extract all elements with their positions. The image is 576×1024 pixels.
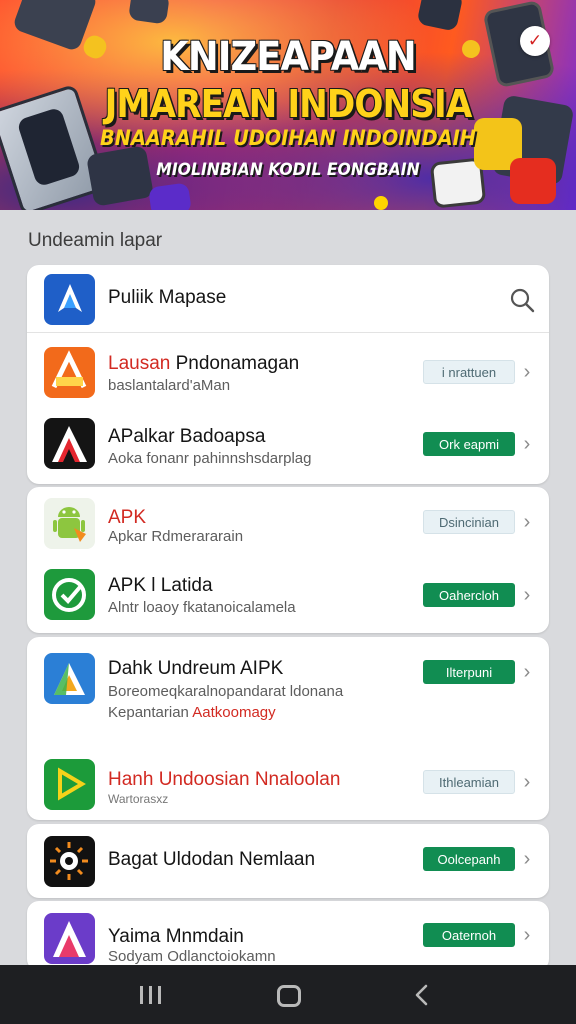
home-icon[interactable] <box>277 985 301 1007</box>
app-subtitle: Aoka fonanr pahinnshsdarplag <box>108 450 312 467</box>
list-item[interactable]: APK l Latida Alntr loaoy fkatanoicalamel… <box>27 559 549 629</box>
app-subtitle: Apkar Rdmerararain <box>108 528 244 545</box>
sun-burst-icon <box>44 836 95 887</box>
banner-line-3: BNAARAHIL UDOIHAN INDOINDAIH <box>100 126 476 150</box>
chevron-right-icon[interactable]: › <box>520 585 534 605</box>
app-title: Hanh Undoosian Nnaloolan <box>108 769 341 790</box>
app-title: Lausan Pndonamagan <box>108 353 300 374</box>
app-card: Puliik Mapase Lausan Pndonamagan baslant… <box>27 265 549 484</box>
orange-app-store-icon <box>44 347 95 398</box>
chevron-right-icon[interactable]: › <box>520 434 534 454</box>
red-swoosh-icon[interactable]: ✓ <box>520 26 550 56</box>
app-card: Dahk Undreum AIPK Boreomeqkaralnopandara… <box>27 637 549 820</box>
app-subtitle-2: Kepantarian Aatkoomagy <box>108 704 276 721</box>
app-subtitle: Sodyam Odlanctoiokamn <box>108 948 276 965</box>
open-button[interactable]: Ork eapmi <box>423 432 515 456</box>
list-item[interactable]: Dahk Undreum AIPK Boreomeqkaralnopandara… <box>27 637 549 737</box>
install-button[interactable]: Ithleamian <box>423 770 515 794</box>
green-play-icon <box>44 759 95 810</box>
app-subtitle: Wartorasxz <box>108 792 169 806</box>
list-item[interactable]: Hanh Undoosian Nnaloolan Wartorasxz Ithl… <box>27 749 549 819</box>
promo-banner[interactable]: KNIZEAPAAN JMAREAN INDONSIA BNAARAHIL UD… <box>0 0 576 210</box>
list-item[interactable]: APK Apkar Rdmerararain Dsincinian › <box>27 487 549 557</box>
blue-triangle-icon <box>44 653 95 704</box>
chevron-right-icon[interactable]: › <box>520 925 534 945</box>
app-subtitle: Boreomeqkaralnopandarat ldonana <box>108 683 344 700</box>
green-shield-icon <box>44 569 95 620</box>
app-card: APK Apkar Rdmerararain Dsincinian › APK … <box>27 487 549 633</box>
chevron-right-icon[interactable]: › <box>520 362 534 382</box>
chevron-right-icon[interactable]: › <box>520 662 534 682</box>
install-button[interactable]: i nrattuen <box>423 360 515 384</box>
open-button[interactable]: Ilterpuni <box>423 660 515 684</box>
open-button[interactable]: Oahercloh <box>423 583 515 607</box>
app-title: APK l Latida <box>108 575 213 596</box>
app-title: APK <box>108 507 147 528</box>
app-title: Dahk Undreum AIPK <box>108 658 284 679</box>
banner-line-4: MIOLINBIAN KODIL EONGBAIN <box>156 160 420 180</box>
chevron-right-icon[interactable]: › <box>520 512 534 532</box>
red-a-logo-icon <box>44 418 95 469</box>
search-label: Puliik Mapase <box>108 287 227 308</box>
list-item[interactable]: Bagat Uldodan Nemlaan Oolcepanh › <box>27 824 549 894</box>
open-button[interactable]: Oaternoh <box>423 923 515 947</box>
section-title: Undeamin lapar <box>28 230 163 251</box>
blue-arrow-app-icon <box>44 274 95 325</box>
purple-a-icon <box>44 913 95 964</box>
recent-apps-icon[interactable] <box>137 983 165 1007</box>
app-card: Yaima Mnmdain Sodyam Odlanctoiokamn Oate… <box>27 901 549 971</box>
open-button[interactable]: Oolcepanh <box>423 847 515 871</box>
banner-line-1: KNIZEAPAAN <box>160 34 416 80</box>
list-item[interactable]: Yaima Mnmdain Sodyam Odlanctoiokamn Oate… <box>27 901 549 971</box>
app-subtitle: baslantalard'aMan <box>108 377 231 394</box>
app-title: Yaima Mnmdain <box>108 926 244 947</box>
system-navigation-bar <box>0 965 576 1024</box>
chevron-right-icon[interactable]: › <box>520 772 534 792</box>
back-icon[interactable] <box>412 983 432 1007</box>
app-title: APalkar Badoapsa <box>108 426 266 447</box>
list-item[interactable]: APalkar Badoapsa Aoka fonanr pahinnshsda… <box>27 410 549 480</box>
list-item[interactable]: Lausan Pndonamagan baslantalard'aMan i n… <box>27 337 549 407</box>
chevron-right-icon[interactable]: › <box>520 849 534 869</box>
app-title: Bagat Uldodan Nemlaan <box>108 849 316 870</box>
banner-line-2: JMAREAN INDONSIA <box>104 82 473 126</box>
search-icon[interactable] <box>508 286 536 314</box>
app-card: Bagat Uldodan Nemlaan Oolcepanh › <box>27 824 549 898</box>
android-robot-icon <box>44 498 95 549</box>
search-row[interactable]: Puliik Mapase <box>27 265 549 333</box>
app-subtitle: Alntr loaoy fkatanoicalamela <box>108 599 296 616</box>
install-button[interactable]: Dsincinian <box>423 510 515 534</box>
banner-headline: KNIZEAPAAN JMAREAN INDONSIA BNAARAHIL UD… <box>0 0 576 210</box>
